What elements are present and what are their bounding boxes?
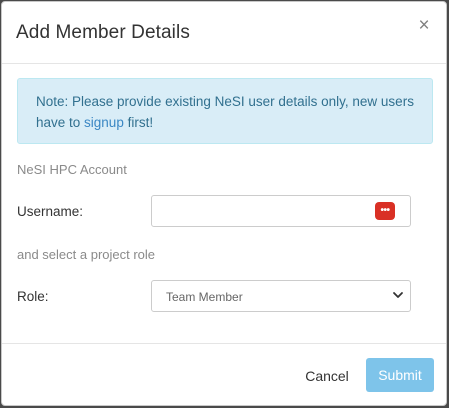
role-section-label: and select a project role bbox=[17, 247, 156, 262]
close-button[interactable]: × bbox=[416, 16, 432, 36]
account-section-label: NeSI HPC Account bbox=[17, 162, 127, 177]
submit-button[interactable]: Submit bbox=[366, 358, 434, 392]
add-member-modal: Add Member Details × Note: Please provid… bbox=[1, 1, 447, 406]
cancel-button[interactable]: Cancel bbox=[297, 359, 357, 393]
modal-body: Note: Please provide existing NeSI user … bbox=[2, 64, 446, 343]
role-select-value: Team Member bbox=[166, 290, 243, 304]
close-icon: × bbox=[418, 15, 430, 36]
alert-text-after: first! bbox=[123, 115, 154, 130]
chevron-down-icon bbox=[393, 292, 403, 298]
password-manager-icon[interactable]: ••• bbox=[375, 202, 395, 220]
role-label: Role: bbox=[17, 289, 49, 304]
modal-header: Add Member Details × bbox=[2, 2, 446, 64]
info-alert: Note: Please provide existing NeSI user … bbox=[17, 78, 433, 144]
modal-title: Add Member Details bbox=[16, 22, 190, 43]
modal-footer: Cancel Submit bbox=[2, 343, 446, 405]
role-select[interactable]: Team Member bbox=[151, 280, 411, 312]
username-label: Username: bbox=[17, 204, 84, 219]
signup-link[interactable]: signup bbox=[84, 115, 124, 130]
username-input[interactable] bbox=[151, 195, 411, 227]
